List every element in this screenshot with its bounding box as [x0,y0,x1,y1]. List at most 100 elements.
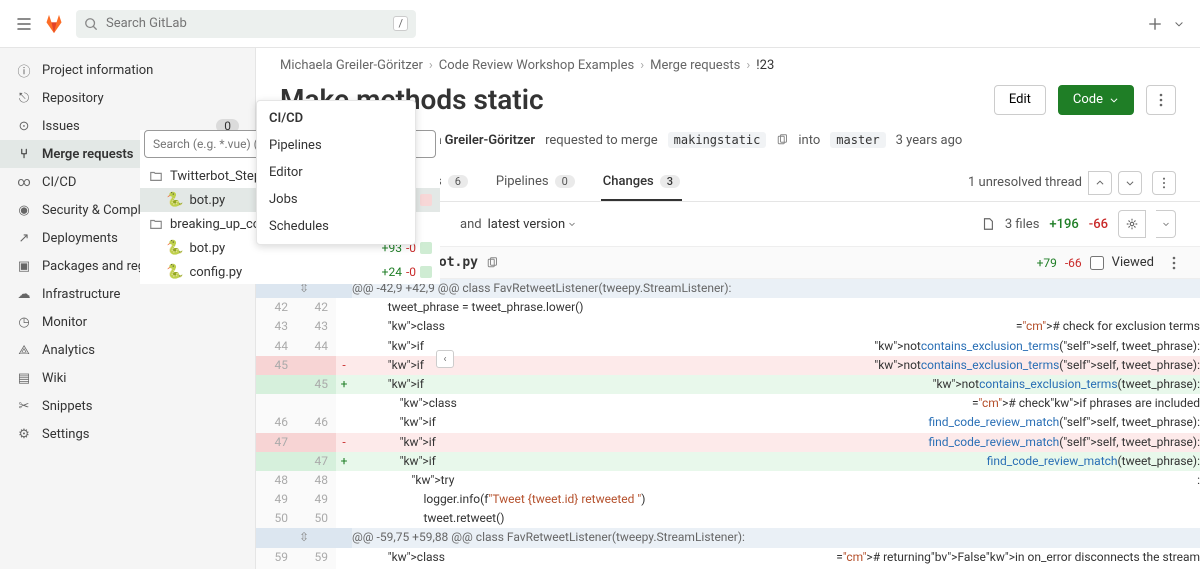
line-number-old: 48 [256,471,296,490]
diff-row: 4444 "kw">if "kw">not contains_exclusion… [256,337,1200,356]
line-number-new: 47 [296,452,336,471]
repo-icon: ⎋ [16,90,32,106]
search-input[interactable]: / [76,10,416,38]
gitlab-logo-icon[interactable] [44,14,64,34]
wiki-icon: ▤ [16,370,32,386]
tree-file[interactable]: 🐍config.py+24-0 [140,260,440,284]
crumb[interactable]: Michaela Greiler-Göritzer [280,58,423,73]
code-line: "kw">if [352,413,929,432]
sidebar-item-infrastructure[interactable]: ☁Infrastructure [0,280,255,308]
line-number-new: 46 [296,413,336,432]
collapse-tree-icon[interactable]: ‹ [436,350,454,368]
copy-icon[interactable] [776,134,788,146]
sidebar-item-monitor[interactable]: ◷Monitor [0,308,255,336]
code-line: "kw">if [352,356,874,375]
tab-pipelines[interactable]: Pipelines0 [494,164,577,201]
snippets-icon: ✂ [16,398,32,414]
copy-icon[interactable] [486,257,498,269]
expand-hunk-icon[interactable]: ⇳ [256,528,352,547]
code-line: tweet_phrase = tweet_phrase.lower() [352,298,1200,317]
dst-branch[interactable]: master [830,132,885,148]
submenu-item-schedules[interactable]: Schedules [257,213,415,240]
sidebar-item-repository[interactable]: ⎋Repository [0,84,255,112]
search-icon [84,17,98,31]
line-number-old: 49 [256,490,296,509]
merge-icon: ⑂ [16,146,32,162]
diff-viewer[interactable]: ⇳@@ -42,9 +42,9 @@ class FavRetweetListe… [256,279,1200,569]
crumb[interactable]: Code Review Workshop Examples [439,58,634,73]
crumb[interactable]: Merge requests [650,58,740,73]
diff-row: 4242 tweet_phrase = tweet_phrase.lower() [256,298,1200,317]
diff-row: 47- "kw">if find_code_review_match("self… [256,433,1200,452]
thread-prev-button[interactable] [1088,171,1112,195]
tab-changes[interactable]: Changes3 [601,164,682,201]
diff-settings-button[interactable] [1118,210,1146,238]
sidebar-item-wiki[interactable]: ▤Wiki [0,364,255,392]
cicd-icon: ∞ [16,174,32,190]
thread-options-button[interactable] [1152,171,1176,195]
diff-row: 45- "kw">if "kw">not contains_exclusion_… [256,356,1200,375]
kebab-button[interactable] [1146,85,1176,115]
diff-row: 45+ "kw">if "kw">not contains_exclusion_… [256,375,1200,394]
code-line: "kw">if [352,375,933,394]
submenu-item-editor[interactable]: Editor [257,159,415,186]
diff-row: 4343 "kw">class="cm"># check for exclusi… [256,317,1200,336]
code-line: tweet.retweet() [352,509,1200,528]
code-line: logger.info(f"Tweet {tweet.id} retweeted… [352,490,1200,509]
chevron-down-icon[interactable] [1174,19,1184,29]
deploy-icon: ↗ [16,230,32,246]
line-number-new: 45 [296,375,336,394]
line-number-old: 42 [256,298,296,317]
infra-icon: ☁ [16,286,32,302]
line-number-old: 46 [256,413,296,432]
file-options-button[interactable] [1172,256,1176,270]
line-number-old: 47 [256,433,296,452]
issues-icon: ⊙ [16,118,32,134]
mr-id: !23 [756,58,774,73]
analytics-icon: ⟁ [16,342,32,358]
diff-row: 47+ "kw">if find_code_review_match(tweet… [256,452,1200,471]
info-icon: ⓘ [16,62,32,78]
tab-count: 6 [448,175,468,188]
line-number-new: 59 [296,548,336,567]
file-icon [981,217,995,231]
chevron-down-icon [1109,95,1119,105]
edit-button[interactable]: Edit [994,85,1046,115]
diff-row: 4949 logger.info(f"Tweet {tweet.id} retw… [256,490,1200,509]
sidebar: ⓘProject information⎋Repository⊙Issues0⑂… [0,48,256,569]
plus-icon[interactable] [1148,17,1162,31]
code-line: "kw">try [352,471,1197,490]
sidebar-item-project-information[interactable]: ⓘProject information [0,56,255,84]
viewed-checkbox[interactable] [1090,256,1104,270]
diff-settings-dropdown[interactable] [1156,210,1176,238]
code-line: "kw">class [352,317,1016,336]
line-number-new: 43 [296,317,336,336]
thread-next-button[interactable] [1118,171,1142,195]
submenu-title: CI/CD [257,105,415,132]
line-number-old: 50 [256,509,296,528]
version-dropdown[interactable]: latest version [488,217,577,232]
line-number-new: 42 [296,298,336,317]
code-line: "kw">if [352,433,929,452]
sidebar-item-settings[interactable]: ⚙Settings [0,420,255,448]
diff-row: "kw">class="cm"># check "kw">if phrases … [256,394,1200,413]
code-line: "kw">if [352,337,874,356]
breadcrumb: Michaela Greiler-Göritzer›Code Review Wo… [256,48,1200,77]
code-button[interactable]: Code [1058,85,1134,115]
submenu-item-jobs[interactable]: Jobs [257,186,415,213]
python-icon: 🐍 [166,264,183,280]
diff-row: 5050 tweet.retweet() [256,509,1200,528]
sidebar-item-analytics[interactable]: ⟁Analytics [0,336,255,364]
sidebar-item-snippets[interactable]: ✂Snippets [0,392,255,420]
line-number-new: 44 [296,337,336,356]
timestamp: 3 years ago [896,133,963,148]
hamburger-icon[interactable] [16,16,32,32]
src-branch[interactable]: makingstatic [668,132,767,148]
line-number-old: 43 [256,317,296,336]
code-line: "kw">if [352,452,987,471]
python-icon: 🐍 [166,240,183,256]
line-number-new [296,356,336,375]
total-deletions: -66 [1089,217,1108,232]
submenu-item-pipelines[interactable]: Pipelines [257,132,415,159]
diff-row: 4848 "kw">try: [256,471,1200,490]
